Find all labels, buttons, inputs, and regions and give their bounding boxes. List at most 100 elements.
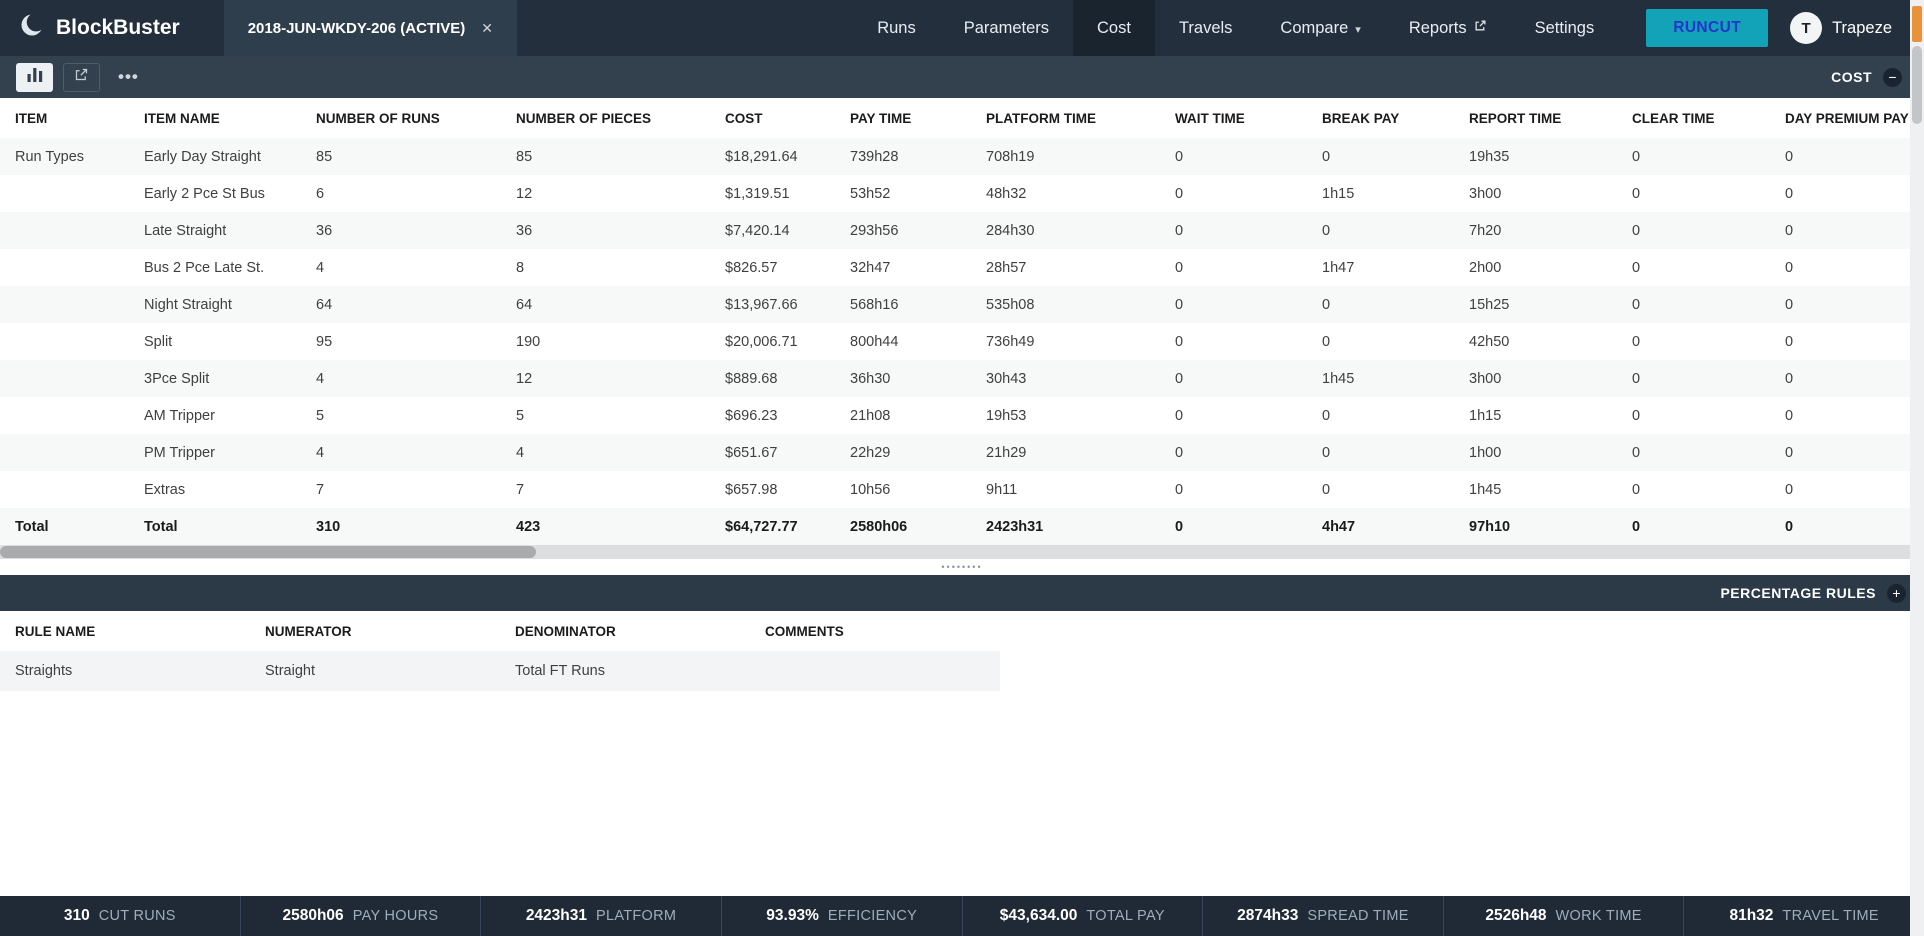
vertical-scrollbar[interactable] [1910,0,1924,936]
table-cell: 30h43 [971,360,1160,397]
horizontal-scrollbar-thumb[interactable] [0,546,536,558]
table-row[interactable]: Night Straight6464$13,967.66568h16535h08… [0,286,1924,323]
table-cell: 1h15 [1307,175,1454,212]
table-cell: 42h50 [1454,323,1617,360]
user-menu[interactable]: T Trapeze [1790,12,1892,44]
cost-panel-title: COST [1831,69,1872,85]
collapse-cost-panel-icon[interactable]: − [1883,68,1902,87]
horizontal-scrollbar[interactable] [0,545,1910,559]
column-header: BREAK PAY [1307,98,1454,138]
table-cell: 32h47 [835,249,971,286]
nav-item-label: Runs [877,19,916,38]
nav-item-reports[interactable]: Reports [1385,0,1511,56]
total-cell: 4h47 [1307,508,1454,545]
column-header: DAY PREMIUM PAY [1770,98,1924,138]
nav-item-travels[interactable]: Travels [1155,0,1256,56]
table-cell: 7h20 [1454,212,1617,249]
table-cell: 6 [301,175,501,212]
status-bar: 310CUT RUNS2580h06PAY HOURS2423h31PLATFO… [0,896,1924,936]
table-cell: 293h56 [835,212,971,249]
nav-item-parameters[interactable]: Parameters [940,0,1073,56]
nav-item-runs[interactable]: Runs [853,0,940,56]
table-cell: $826.57 [710,249,835,286]
table-cell: 4 [301,360,501,397]
table-cell: 0 [1770,397,1924,434]
nav-item-label: Parameters [964,19,1049,38]
table-cell: 0 [1770,212,1924,249]
status-stat: 2874h33SPREAD TIME [1202,896,1443,936]
table-cell: AM Tripper [129,397,301,434]
stat-label: SPREAD TIME [1307,908,1408,924]
nav-item-label: Reports [1409,19,1467,38]
table-cell: 0 [1307,138,1454,175]
table-cell: 535h08 [971,286,1160,323]
cost-table-region: ITEMITEM NAMENUMBER OF RUNSNUMBER OF PIE… [0,98,1924,545]
stat-label: CUT RUNS [99,908,176,924]
table-cell: Split [129,323,301,360]
table-cell: 0 [1617,138,1770,175]
table-cell: $7,420.14 [710,212,835,249]
table-row[interactable]: Split95190$20,006.71800h44736h490042h500… [0,323,1924,360]
table-row[interactable]: Bus 2 Pce Late St.48$826.5732h4728h5701h… [0,249,1924,286]
table-cell: 12 [501,360,710,397]
table-cell: 1h45 [1307,360,1454,397]
vertical-scrollbar-thumb[interactable] [1912,46,1922,124]
table-cell: 0 [1160,286,1307,323]
table-row[interactable]: Extras77$657.9810h569h11001h4500 [0,471,1924,508]
table-cell: 5 [301,397,501,434]
export-button[interactable] [63,63,100,92]
table-cell: $889.68 [710,360,835,397]
table-cell: Run Types [0,138,129,175]
table-cell: 0 [1160,249,1307,286]
table-cell: $651.67 [710,434,835,471]
table-cell: Total FT Runs [500,651,750,691]
close-icon[interactable]: ✕ [481,20,493,37]
export-icon [74,67,89,87]
add-percentage-rule-icon[interactable]: + [1887,584,1906,603]
table-cell: 10h56 [835,471,971,508]
stat-value: 310 [64,907,90,925]
table-row[interactable]: AM Tripper55$696.2321h0819h53001h1500 [0,397,1924,434]
table-cell: 708h19 [971,138,1160,175]
table-row[interactable]: Early 2 Pce St Bus612$1,319.5153h5248h32… [0,175,1924,212]
chart-view-button[interactable] [16,63,53,92]
total-cell: 310 [301,508,501,545]
table-cell: 0 [1617,397,1770,434]
scenario-tab[interactable]: 2018-JUN-WKDY-206 (ACTIVE) ✕ [224,0,517,56]
table-cell: Night Straight [129,286,301,323]
percentage-rules-header: PERCENTAGE RULES + [0,575,1924,611]
brand-logo[interactable]: BlockBuster [0,11,198,45]
table-row[interactable]: 3Pce Split412$889.6836h3030h4301h453h000… [0,360,1924,397]
table-cell: 53h52 [835,175,971,212]
table-cell [750,651,1000,691]
table-cell: 736h49 [971,323,1160,360]
table-cell: Straights [0,651,250,691]
table-row[interactable]: StraightsStraightTotal FT Runs [0,651,1000,691]
blockbuster-logo-icon [18,11,46,45]
panel-splitter[interactable]: •••••••• [0,559,1924,575]
table-cell: 0 [1617,175,1770,212]
more-options-button[interactable]: ••• [110,67,147,87]
table-row[interactable]: PM Tripper44$651.6722h2921h29001h0000 [0,434,1924,471]
table-row[interactable]: Late Straight3636$7,420.14293h56284h3000… [0,212,1924,249]
table-cell: 36 [501,212,710,249]
column-header: PAY TIME [835,98,971,138]
cost-table-body: Run TypesEarly Day Straight8585$18,291.6… [0,138,1924,545]
table-cell: 0 [1770,249,1924,286]
cost-toolbar: ••• COST − [0,56,1924,98]
stat-label: PAY HOURS [353,908,439,924]
table-row[interactable]: Run TypesEarly Day Straight8585$18,291.6… [0,138,1924,175]
runcut-button[interactable]: RUNCUT [1646,9,1768,47]
total-row[interactable]: TotalTotal310423$64,727.772580h062423h31… [0,508,1924,545]
table-cell: 64 [501,286,710,323]
nav-item-cost[interactable]: Cost [1073,0,1155,56]
table-cell: 0 [1160,471,1307,508]
total-cell: 2423h31 [971,508,1160,545]
table-cell: 36 [301,212,501,249]
nav-item-compare[interactable]: Compare▾ [1256,0,1384,56]
stat-label: WORK TIME [1556,908,1642,924]
app-window: BlockBuster 2018-JUN-WKDY-206 (ACTIVE) ✕… [0,0,1924,936]
table-cell: Straight [250,651,500,691]
table-cell: 21h29 [971,434,1160,471]
nav-item-settings[interactable]: Settings [1511,0,1619,56]
